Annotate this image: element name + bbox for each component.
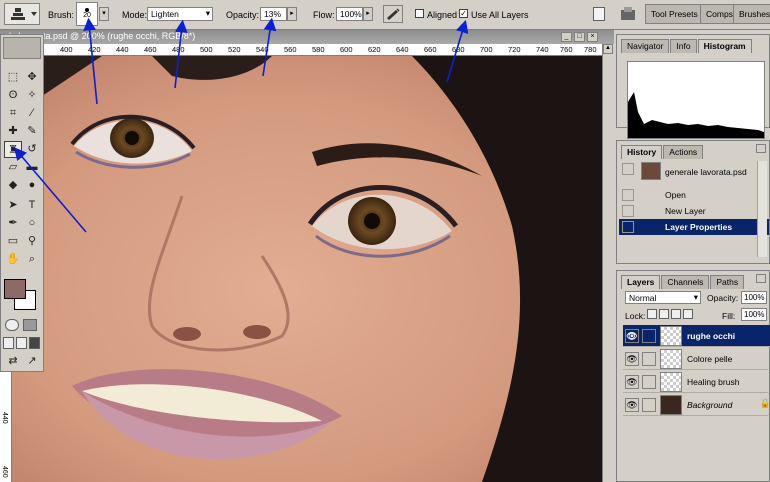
link-icon[interactable] xyxy=(642,352,656,366)
layer-row-background[interactable]: 👁 Background 🔒 xyxy=(623,394,770,416)
layer-thumbnail xyxy=(660,372,682,392)
tab-histogram[interactable]: Histogram xyxy=(697,39,752,53)
annotation-arrow xyxy=(446,19,469,83)
lock-all-icon[interactable] xyxy=(683,309,693,319)
tab-navigator[interactable]: Navigator xyxy=(621,39,670,53)
history-snapshot[interactable]: generale lavorata.psd xyxy=(619,161,769,183)
annotation-arrow xyxy=(262,17,277,77)
tab-history[interactable]: History xyxy=(621,145,663,159)
tab-info[interactable]: Info xyxy=(670,39,697,53)
blend-mode-select[interactable]: Normal ▾ xyxy=(625,291,701,304)
link-icon[interactable] xyxy=(642,398,656,412)
panel-menu-icon[interactable] xyxy=(756,144,766,153)
history-state[interactable]: New Layer xyxy=(619,203,769,219)
layer-row-colore-pelle[interactable]: 👁 Colore pelle xyxy=(623,348,770,370)
lock-image-icon[interactable] xyxy=(659,309,669,319)
history-brush-source-icon[interactable] xyxy=(622,189,634,201)
histogram-graph xyxy=(627,61,765,139)
history-state-selected[interactable]: Layer Properties xyxy=(619,219,769,235)
eye-icon[interactable]: 👁 xyxy=(625,375,639,389)
layer-opacity-input[interactable]: 100% xyxy=(741,291,767,304)
lock-label: Lock: xyxy=(625,311,646,321)
eye-icon[interactable]: 👁 xyxy=(625,352,639,366)
fill-input[interactable]: 100% xyxy=(741,308,767,321)
layer-opacity-value: 100% xyxy=(744,293,765,302)
snapshot-label: generale lavorata.psd xyxy=(665,167,747,177)
layer-name: Background xyxy=(687,400,733,410)
layer-name: rughe occhi xyxy=(687,331,736,341)
annotation-arrow xyxy=(13,147,87,233)
layer-row-healing-brush[interactable]: 👁 Healing brush xyxy=(623,371,770,393)
background-thumbnail xyxy=(660,395,682,415)
layer-name: Healing brush xyxy=(687,377,740,387)
history-brush-source-icon[interactable] xyxy=(622,221,634,233)
fill-value: 100% xyxy=(744,310,765,319)
tab-layers[interactable]: Layers xyxy=(621,275,661,289)
fill-label: Fill: xyxy=(722,311,736,321)
snapshot-thumbnail xyxy=(641,162,661,180)
history-state-label: Layer Properties xyxy=(665,222,733,232)
layers-panel: Layers Channels Paths Normal ▾ Opacity: 10… xyxy=(616,270,770,482)
history-scrollbar[interactable] xyxy=(757,161,767,257)
chevron-down-icon: ▾ xyxy=(693,292,698,302)
history-state-label: New Layer xyxy=(665,206,706,216)
tab-channels[interactable]: Channels xyxy=(661,275,710,289)
layer-thumbnail xyxy=(660,349,682,369)
layer-row-rughe-occhi[interactable]: 👁 rughe occhi xyxy=(623,325,770,347)
panel-menu-icon[interactable] xyxy=(756,274,766,283)
history-state-label: Open xyxy=(665,190,686,200)
history-state[interactable]: Open xyxy=(619,187,769,203)
lock-position-icon[interactable] xyxy=(671,309,681,319)
layer-opacity-label: Opacity: xyxy=(707,293,739,303)
lock-icon: 🔒 xyxy=(759,398,770,408)
brush-icon[interactable] xyxy=(642,329,656,343)
tab-actions[interactable]: Actions xyxy=(663,145,704,159)
eye-icon[interactable]: 👁 xyxy=(625,398,639,412)
tab-paths[interactable]: Paths xyxy=(710,275,745,289)
layer-thumbnail xyxy=(660,326,682,346)
history-brush-source-icon[interactable] xyxy=(622,163,634,175)
history-panel: History Actions generale lavorata.psd Ope… xyxy=(616,140,770,264)
annotation-arrow xyxy=(174,19,188,89)
history-brush-source-icon[interactable] xyxy=(622,205,634,217)
layer-name: Colore pelle xyxy=(687,354,733,364)
lock-transparency-icon[interactable] xyxy=(647,309,657,319)
blend-mode-value: Normal xyxy=(629,293,657,303)
eye-icon[interactable]: 👁 xyxy=(625,329,639,343)
link-icon[interactable] xyxy=(642,375,656,389)
histogram-panel: Navigator Info Histogram xyxy=(616,34,770,139)
annotation-arrow xyxy=(83,17,98,105)
